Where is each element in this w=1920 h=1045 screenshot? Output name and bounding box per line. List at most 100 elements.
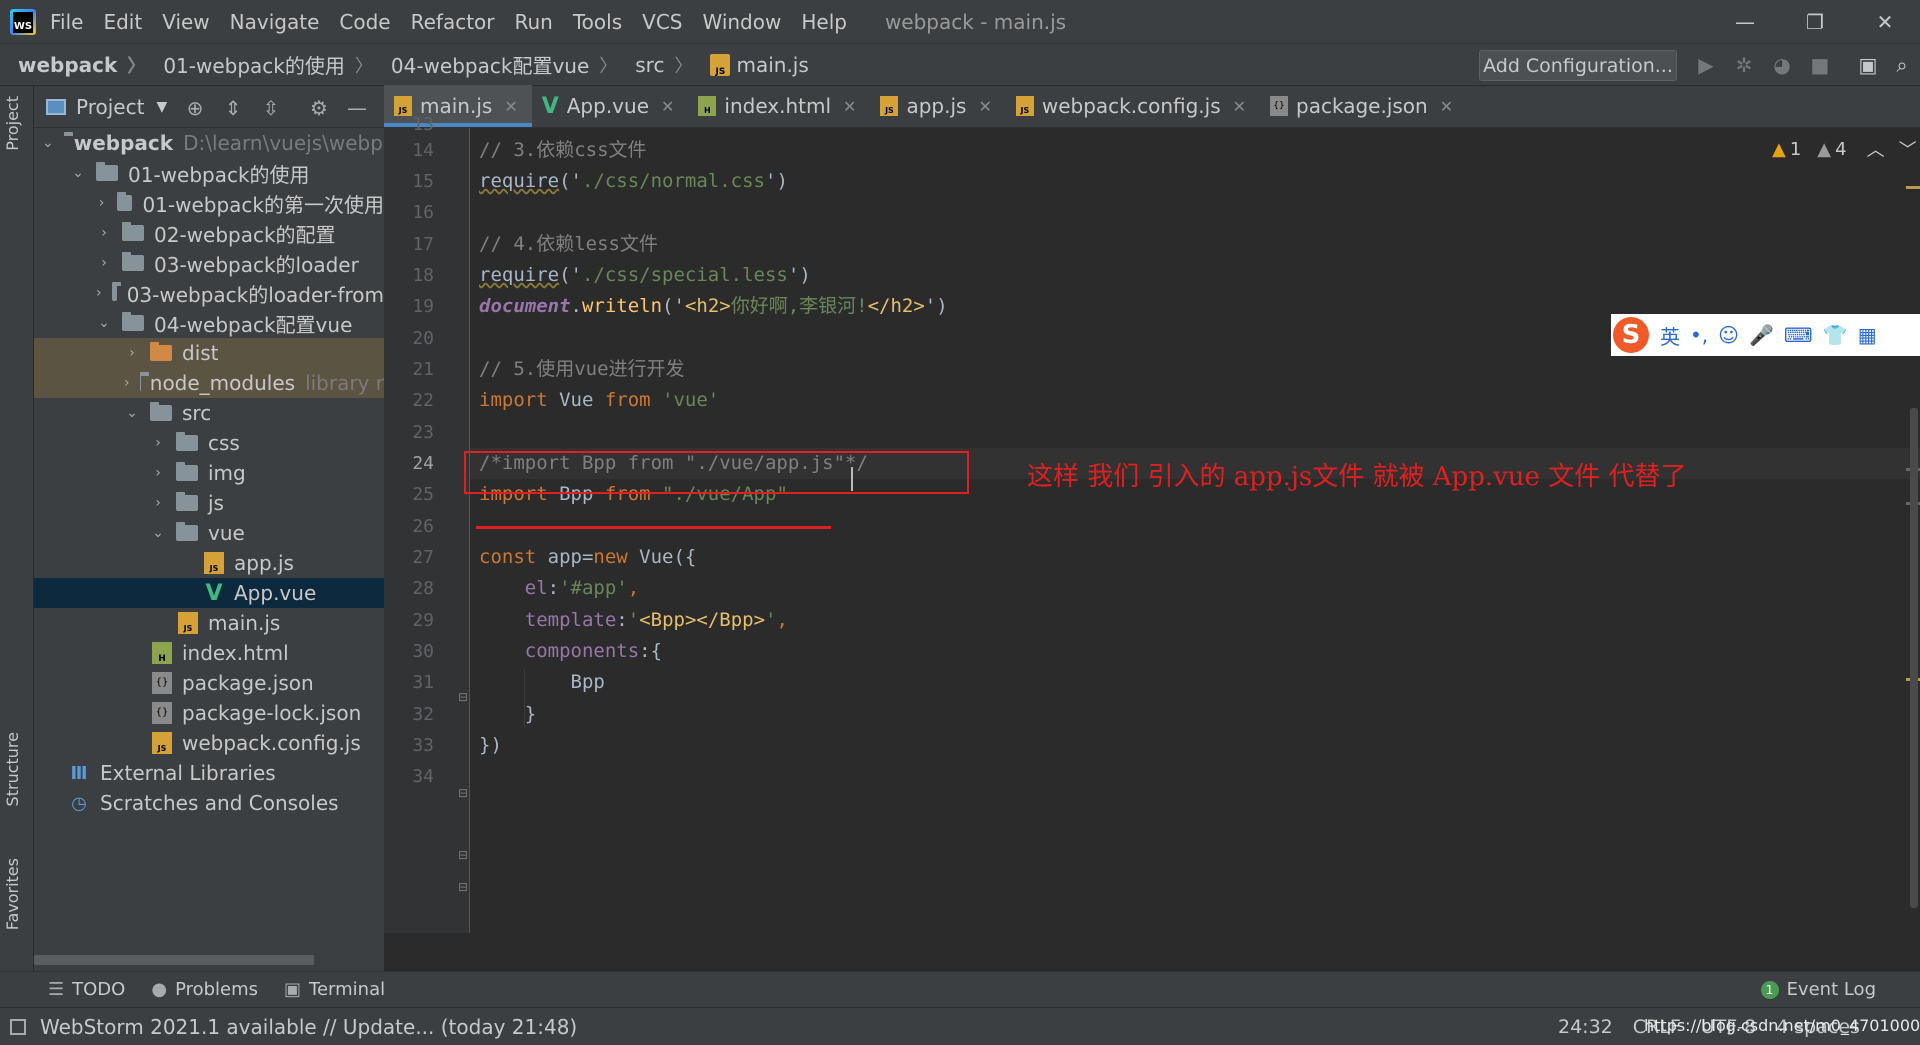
locate-file-icon[interactable]: ⊕: [182, 95, 208, 121]
menu-run[interactable]: Run: [515, 10, 553, 34]
code-token: Vue: [547, 389, 605, 411]
ime-skin-icon[interactable]: 👕: [1823, 323, 1848, 347]
tree-item-folder[interactable]: › 01-webpack的第一次使用: [34, 188, 384, 218]
status-message[interactable]: WebStorm 2021.1 available // Update... (…: [40, 1015, 577, 1039]
tree-item-node-modules[interactable]: › node_modules library r: [34, 368, 384, 398]
code-line-27: const app=new Vue({: [479, 542, 696, 573]
tree-item-vue[interactable]: ⌄ vue: [34, 518, 384, 548]
close-icon[interactable]: ✕: [978, 97, 991, 116]
close-icon[interactable]: ✕: [661, 97, 674, 116]
restore-button[interactable]: ❐: [1780, 0, 1850, 43]
inspection-widget[interactable]: ▲ 1 ▲ 4 ︿ ﹀: [1772, 136, 1917, 162]
error-stripe[interactable]: [1904, 128, 1920, 933]
tab-webpack-config[interactable]: JS webpack.config.js ✕: [1006, 85, 1260, 127]
tree-item-folder[interactable]: › 02-webpack的配置: [34, 218, 384, 248]
ime-toolbar[interactable]: S 英 •, ☺ 🎤 ⌨ 👕 ▦: [1611, 314, 1920, 356]
ime-microphone-icon[interactable]: 🎤: [1749, 323, 1774, 347]
close-icon[interactable]: ✕: [843, 97, 856, 116]
hide-panel-icon[interactable]: —: [344, 95, 370, 121]
todo-tool-button[interactable]: ☰ TODO: [48, 979, 125, 1000]
minimize-button[interactable]: —: [1710, 0, 1780, 43]
tree-item-label: index.html: [182, 641, 289, 665]
tree-item-webpack[interactable]: ⌄ webpack D:\learn\vuejs\webpack: [34, 128, 384, 158]
ime-menu-icon[interactable]: ▦: [1858, 323, 1877, 347]
tree-item-app-vue[interactable]: V App.vue: [34, 578, 384, 608]
code-line-28: el:'#app',: [479, 573, 639, 604]
menu-window[interactable]: Window: [702, 10, 781, 34]
gear-icon[interactable]: ⚙: [306, 95, 332, 121]
caret-position[interactable]: 24:32: [1558, 1016, 1613, 1038]
menu-help[interactable]: Help: [801, 10, 847, 34]
menu-file[interactable]: File: [50, 10, 83, 34]
fold-icon[interactable]: ⊟: [458, 880, 468, 894]
close-window-button[interactable]: ✕: [1850, 0, 1920, 43]
ime-keyboard-icon[interactable]: ⌨: [1784, 323, 1813, 347]
tab-app-vue[interactable]: V App.vue ✕: [532, 85, 689, 127]
tree-item-img[interactable]: › img: [34, 458, 384, 488]
horizontal-scrollbar[interactable]: [34, 955, 314, 965]
tab-app-js[interactable]: JS app.js ✕: [870, 85, 1005, 127]
tree-item-js[interactable]: › js: [34, 488, 384, 518]
tree-item-folder[interactable]: › 03-webpack的loader-from: [34, 278, 384, 308]
tree-item-external-libraries[interactable]: Ⅲ External Libraries: [34, 758, 384, 788]
project-tool-button[interactable]: Project: [3, 96, 22, 151]
tree-item-main-js[interactable]: JS main.js: [34, 608, 384, 638]
toggle-tool-windows-icon[interactable]: [10, 1018, 26, 1035]
tree-item-package-lock-json[interactable]: {} package-lock.json: [34, 698, 384, 728]
run-icon[interactable]: ▶: [1694, 53, 1718, 77]
debug-icon[interactable]: ✲: [1732, 53, 1756, 77]
breadcrumb-item[interactable]: 04-webpack配置vue 〉: [373, 50, 617, 79]
close-icon[interactable]: ✕: [504, 97, 517, 116]
search-icon[interactable]: ⌕: [1890, 53, 1914, 77]
tree-item-scratches[interactable]: ◷ Scratches and Consoles: [34, 788, 384, 818]
breadcrumb-item[interactable]: 01-webpack的使用〉: [145, 50, 373, 79]
ime-emoji-icon[interactable]: ☺: [1718, 323, 1739, 347]
chevron-up-icon[interactable]: ︿: [1867, 136, 1885, 162]
tree-item-src[interactable]: ⌄ src: [34, 398, 384, 428]
tree-item-css[interactable]: › css: [34, 428, 384, 458]
menu-navigate[interactable]: Navigate: [230, 10, 320, 34]
tree-item-dist[interactable]: › dist: [34, 338, 384, 368]
stop-icon[interactable]: ■: [1808, 53, 1832, 77]
menu-edit[interactable]: Edit: [103, 10, 142, 34]
tree-item-folder[interactable]: ⌄ 01-webpack的使用: [34, 158, 384, 188]
menu-refactor[interactable]: Refactor: [411, 10, 495, 34]
ime-punctuation-toggle[interactable]: •,: [1690, 323, 1708, 347]
problems-tool-button[interactable]: ● Problems: [151, 979, 258, 1000]
close-icon[interactable]: ✕: [1440, 97, 1453, 116]
add-configuration-button[interactable]: Add Configuration...: [1479, 50, 1677, 81]
tree-item-folder[interactable]: › 03-webpack的loader: [34, 248, 384, 278]
run-anything-icon[interactable]: ▣: [1856, 53, 1880, 77]
tree-item-index-html[interactable]: Hindex.html: [34, 638, 384, 668]
coverage-icon[interactable]: ◕: [1770, 53, 1794, 77]
menu-vcs[interactable]: VCS: [642, 10, 682, 34]
project-view-selector[interactable]: Project ▼: [46, 95, 167, 119]
favorites-tool-button[interactable]: Favorites: [3, 858, 22, 930]
tree-item-folder[interactable]: ⌄ 04-webpack配置vue: [34, 308, 384, 338]
menu-tools[interactable]: Tools: [573, 10, 622, 34]
tree-item-webpack-config[interactable]: JS webpack.config.js: [34, 728, 384, 758]
tab-index-html[interactable]: Hindex.html ✕: [688, 85, 870, 127]
breadcrumb-item[interactable]: src 〉: [617, 52, 692, 78]
tab-package-json[interactable]: {} package.json ✕: [1260, 85, 1467, 127]
tree-item-package-json[interactable]: {} package.json: [34, 668, 384, 698]
menu-view[interactable]: View: [162, 10, 209, 34]
collapse-all-icon[interactable]: ⇳: [258, 95, 284, 121]
event-log-button[interactable]: 1 Event Log: [1760, 979, 1876, 1000]
code-token: components: [479, 640, 640, 662]
vertical-scrollbar[interactable]: [1910, 408, 1918, 908]
breadcrumb-item[interactable]: webpack 〉: [0, 52, 145, 78]
error-stripe-mark[interactable]: [1906, 186, 1920, 189]
breadcrumb-item[interactable]: JS main.js: [692, 53, 809, 77]
code-editor[interactable]: // 3.依赖css文件 require('./css/normal.css')…: [470, 128, 1920, 933]
fold-icon[interactable]: ⊟: [458, 786, 468, 800]
structure-tool-button[interactable]: Structure: [3, 732, 22, 806]
expand-all-icon[interactable]: ⇕: [220, 95, 246, 121]
close-icon[interactable]: ✕: [1233, 97, 1246, 116]
fold-icon[interactable]: ⊟: [458, 848, 468, 862]
tree-item-app-js[interactable]: JS app.js: [34, 548, 384, 578]
ime-language-toggle[interactable]: 英: [1660, 321, 1680, 350]
terminal-tool-button[interactable]: ▣ Terminal: [284, 979, 385, 1000]
menu-code[interactable]: Code: [339, 10, 390, 34]
fold-icon[interactable]: ⊟: [458, 690, 468, 704]
